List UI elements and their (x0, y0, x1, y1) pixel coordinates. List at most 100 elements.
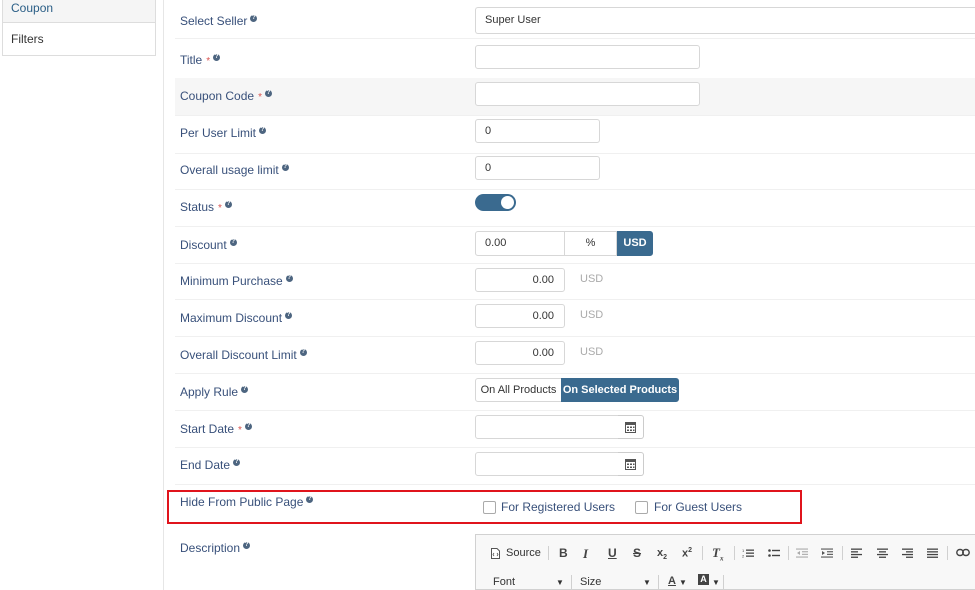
overall-usage-limit-input[interactable]: 0 (475, 156, 600, 180)
source-icon (491, 548, 500, 559)
superscript-icon[interactable]: x2 (682, 547, 692, 560)
text-color-icon[interactable]: A (668, 575, 676, 587)
help-icon[interactable]: ? (243, 542, 251, 549)
help-icon[interactable]: ? (281, 164, 289, 171)
size-dropdown[interactable]: Size (580, 576, 601, 588)
chevron-down-icon: ▼ (712, 578, 720, 587)
start-date-calendar-button[interactable] (618, 415, 644, 439)
link-icon[interactable] (956, 548, 970, 557)
maximum-discount-label: Maximum Discount? (180, 311, 293, 325)
help-icon[interactable]: ? (259, 127, 267, 134)
help-icon[interactable]: ? (299, 349, 307, 356)
numbered-list-icon[interactable]: 1 2 (742, 548, 754, 558)
toolbar-separator (842, 546, 843, 560)
minimum-purchase-input[interactable]: 0.00 (475, 268, 565, 292)
end-date-label: End Date? (180, 458, 241, 472)
indent-icon[interactable] (821, 548, 833, 558)
discount-usd-button[interactable]: USD (617, 231, 653, 256)
overall-discount-limit-unit: USD (580, 346, 604, 358)
discount-percent-button[interactable]: % (564, 231, 617, 256)
overall-usage-limit-label: Overall usage limit? (180, 163, 289, 177)
chevron-down-icon: ▼ (556, 578, 564, 587)
left-sidebar: Coupon Filters (0, 0, 164, 590)
title-input[interactable] (475, 45, 700, 69)
calendar-icon (625, 459, 636, 470)
discount-input[interactable]: 0.00 (475, 231, 565, 256)
row-status: Status *? (175, 189, 975, 227)
toolbar-separator (548, 546, 549, 560)
title-label: Title *? (180, 53, 221, 67)
bold-icon[interactable]: B (559, 546, 568, 560)
subscript-icon[interactable]: x2 (657, 547, 667, 561)
calendar-icon (625, 422, 636, 433)
minimum-purchase-label: Minimum Purchase? (180, 274, 293, 288)
overall-discount-limit-input[interactable]: 0.00 (475, 341, 565, 365)
toolbar-separator (702, 546, 703, 560)
help-icon[interactable]: ? (306, 496, 314, 503)
help-icon[interactable]: ? (285, 275, 293, 282)
start-date-input[interactable] (475, 415, 619, 439)
toolbar-separator (788, 546, 789, 560)
maximum-discount-unit: USD (580, 309, 604, 321)
help-icon[interactable]: ? (244, 423, 252, 430)
for-guest-users-checkbox[interactable] (635, 501, 648, 514)
svg-text:2: 2 (742, 554, 745, 559)
toolbar-separator (723, 575, 724, 589)
source-button[interactable]: Source (506, 547, 541, 559)
for-registered-users-checkbox[interactable] (483, 501, 496, 514)
help-icon[interactable]: ? (264, 90, 272, 97)
description-editor[interactable]: Source B I U S x2 x2 Tx 1 2 Font ▼ Size … (475, 534, 975, 590)
per-user-limit-input[interactable]: 0 (475, 119, 600, 143)
font-dropdown[interactable]: Font (493, 576, 515, 588)
coupon-code-label: Coupon Code *? (180, 89, 272, 103)
apply-rule-all-products-button[interactable]: On All Products (475, 378, 562, 402)
sidebar-menu: Coupon Filters (2, 0, 156, 56)
help-icon[interactable]: ? (229, 239, 237, 246)
remove-format-icon[interactable]: Tx (712, 545, 723, 563)
required-marker: * (238, 425, 242, 436)
underline-icon[interactable]: U (608, 546, 617, 560)
highlight-box: Hide From Public Page? For Registered Us… (167, 490, 802, 524)
required-marker: * (206, 56, 211, 67)
apply-rule-label: Apply Rule? (180, 385, 249, 399)
status-toggle[interactable] (475, 194, 516, 211)
apply-rule-selected-products-button[interactable]: On Selected Products (561, 378, 679, 402)
align-justify-icon[interactable] (927, 548, 938, 558)
help-icon[interactable]: ? (241, 386, 249, 393)
align-left-icon[interactable] (851, 548, 862, 558)
end-date-input[interactable] (475, 452, 619, 476)
toolbar-separator (734, 546, 735, 560)
background-color-icon[interactable]: A (698, 574, 709, 585)
align-center-icon[interactable] (877, 548, 888, 558)
end-date-calendar-button[interactable] (618, 452, 644, 476)
required-marker: * (218, 203, 222, 214)
status-label: Status *? (180, 200, 232, 214)
sidebar-item-filters[interactable]: Filters (3, 22, 155, 55)
help-icon[interactable]: ? (250, 15, 258, 22)
help-icon[interactable]: ? (224, 201, 232, 208)
align-right-icon[interactable] (902, 548, 913, 558)
coupon-code-input[interactable] (475, 82, 700, 106)
italic-icon[interactable]: I (583, 546, 588, 562)
outdent-icon[interactable] (796, 548, 808, 558)
help-icon[interactable]: ? (213, 54, 221, 61)
hide-from-public-label: Hide From Public Page? (180, 495, 314, 509)
for-guest-users-label[interactable]: For Guest Users (654, 500, 742, 514)
start-date-label: Start Date *? (180, 422, 252, 436)
select-seller-label: Select Seller? (180, 14, 258, 28)
help-icon[interactable]: ? (285, 312, 293, 319)
per-user-limit-label: Per User Limit? (180, 126, 267, 140)
row-maximum-discount: Maximum Discount? (175, 299, 975, 337)
toolbar-separator (571, 575, 572, 589)
description-label: Description? (180, 541, 251, 555)
help-icon[interactable]: ? (233, 459, 241, 466)
row-overall-discount-limit: Overall Discount Limit? (175, 336, 975, 374)
sidebar-item-coupon[interactable]: Coupon (3, 0, 155, 22)
for-registered-users-label[interactable]: For Registered Users (501, 500, 615, 514)
chevron-down-icon: ▼ (679, 578, 687, 587)
bulleted-list-icon[interactable] (768, 548, 780, 558)
seller-select[interactable]: Super User (475, 7, 975, 34)
strikethrough-icon[interactable]: S (633, 546, 641, 560)
row-minimum-purchase: Minimum Purchase? (175, 263, 975, 300)
maximum-discount-input[interactable]: 0.00 (475, 304, 565, 328)
